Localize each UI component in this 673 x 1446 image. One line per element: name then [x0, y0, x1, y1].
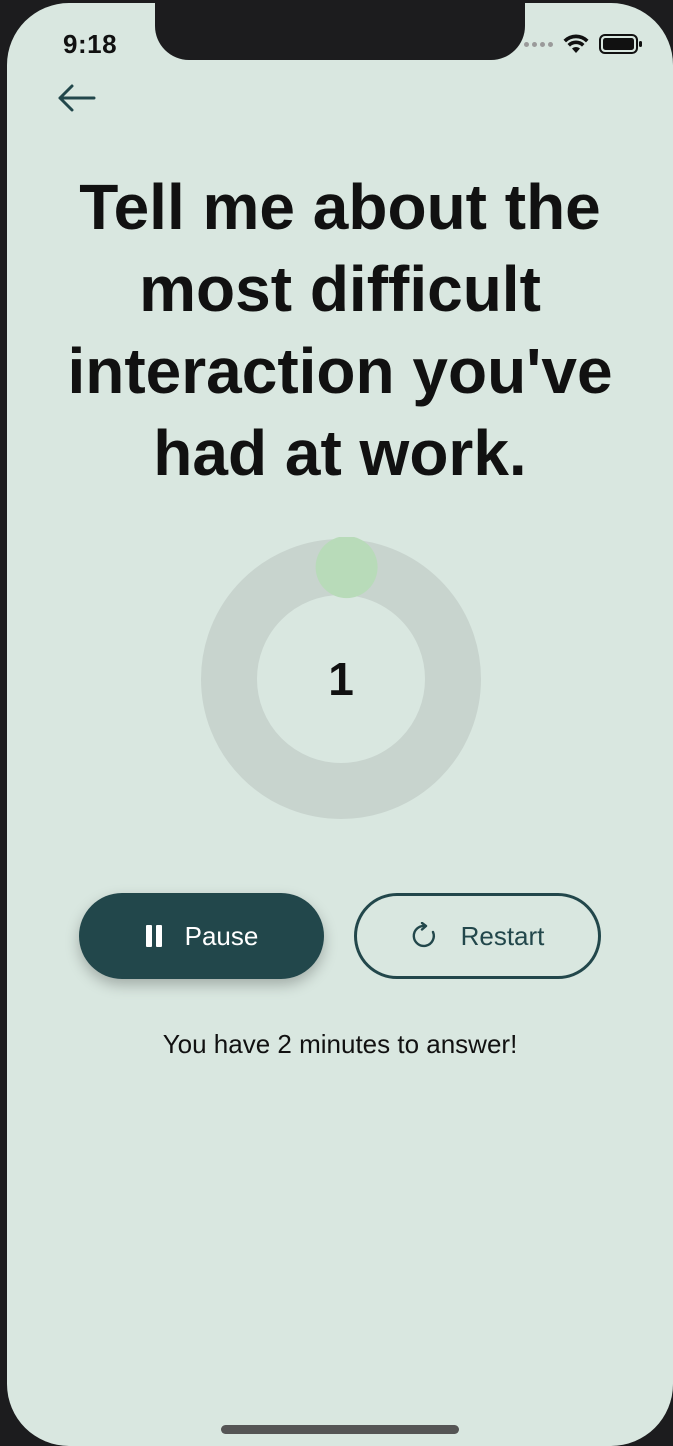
battery-icon: [599, 34, 642, 54]
question-title: Tell me about the most difficult interac…: [67, 171, 613, 489]
status-icons: [524, 33, 643, 55]
wifi-icon: [563, 34, 589, 53]
status-time: 9:18: [63, 29, 118, 59]
phone-screen: 9:18 Tell me about the most difficult in…: [7, 3, 673, 1446]
back-button[interactable]: [51, 75, 101, 121]
restart-icon: [412, 922, 435, 948]
notch: [155, 3, 525, 60]
arrow-left-icon: [58, 84, 96, 112]
restart-button[interactable]: Restart: [354, 893, 601, 979]
timer-value: 1: [328, 653, 354, 705]
pause-icon: [145, 925, 162, 947]
countdown-timer: 1: [199, 536, 483, 821]
restart-label: Restart: [460, 920, 545, 951]
pause-button[interactable]: Pause: [79, 893, 324, 979]
answer-time-hint: You have 2 minutes to answer!: [162, 1029, 518, 1059]
home-indicator[interactable]: [221, 1425, 459, 1434]
pause-label: Pause: [184, 920, 259, 951]
cellular-signal-icon: [524, 41, 553, 47]
